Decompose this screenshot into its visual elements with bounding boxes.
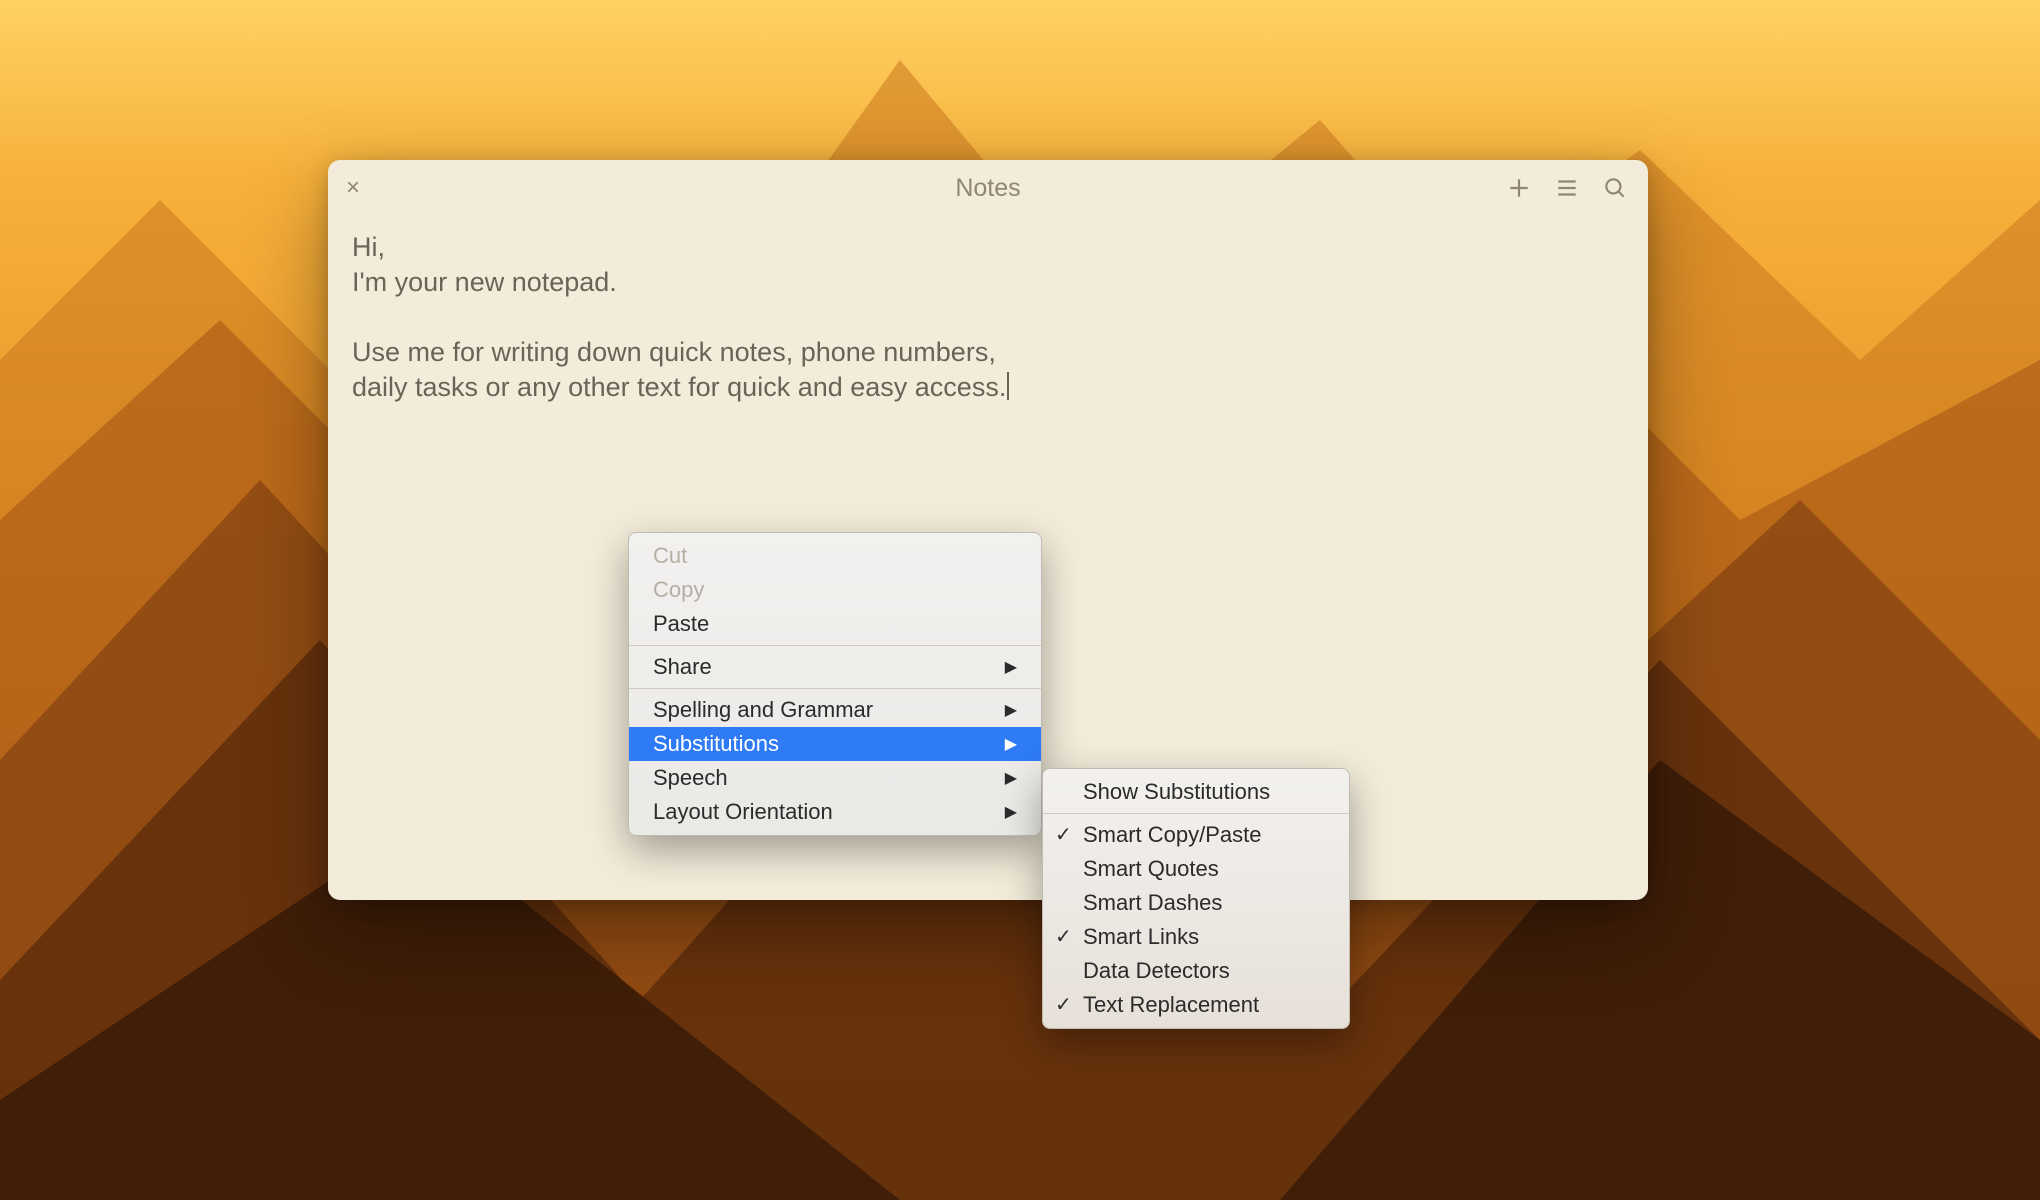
menu-copy: Copy — [629, 573, 1041, 607]
submenu-smart-dashes[interactable]: Smart Dashes — [1043, 886, 1349, 920]
submenu-label: Smart Links — [1083, 924, 1199, 949]
submenu-label: Data Detectors — [1083, 958, 1230, 983]
menu-speech[interactable]: Speech ▶ — [629, 761, 1041, 795]
submenu-show-substitutions[interactable]: Show Substitutions — [1043, 775, 1349, 809]
chevron-right-icon: ▶ — [1005, 657, 1017, 677]
note-text-line: Hi, — [352, 232, 385, 262]
menu-label: Layout Orientation — [653, 799, 833, 825]
submenu-data-detectors[interactable]: Data Detectors — [1043, 954, 1349, 988]
submenu-label: Show Substitutions — [1083, 779, 1270, 804]
menu-label: Copy — [653, 577, 704, 603]
submenu-label: Smart Quotes — [1083, 856, 1219, 881]
chevron-right-icon: ▶ — [1005, 768, 1017, 788]
search-button[interactable] — [1600, 173, 1630, 203]
submenu-text-replacement[interactable]: ✓ Text Replacement — [1043, 988, 1349, 1022]
titlebar: × Notes — [328, 160, 1648, 216]
context-menu: Cut Copy Paste Share ▶ Spelling and Gramm… — [628, 532, 1042, 836]
menu-label: Substitutions — [653, 731, 779, 757]
chevron-right-icon: ▶ — [1005, 802, 1017, 822]
chevron-right-icon: ▶ — [1005, 700, 1017, 720]
note-text-line: I'm your new notepad. — [352, 267, 617, 297]
menu-paste[interactable]: Paste — [629, 607, 1041, 641]
note-text-line: daily tasks or any other text for quick … — [352, 372, 1006, 402]
substitutions-submenu: Show Substitutions ✓ Smart Copy/Paste Sma… — [1042, 768, 1350, 1029]
note-text-line: Use me for writing down quick notes, pho… — [352, 337, 996, 367]
window-title: Notes — [328, 174, 1648, 203]
close-button[interactable]: × — [346, 174, 360, 202]
menu-label: Spelling and Grammar — [653, 697, 873, 723]
menu-label: Speech — [653, 765, 728, 791]
new-note-button[interactable] — [1504, 173, 1534, 203]
text-cursor — [1007, 372, 1009, 400]
submenu-label: Text Replacement — [1083, 992, 1259, 1017]
submenu-smart-quotes[interactable]: Smart Quotes — [1043, 852, 1349, 886]
menu-label: Paste — [653, 611, 709, 637]
check-icon: ✓ — [1055, 822, 1072, 847]
submenu-label: Smart Copy/Paste — [1083, 822, 1262, 847]
menu-substitutions[interactable]: Substitutions ▶ — [629, 727, 1041, 761]
menu-spelling-grammar[interactable]: Spelling and Grammar ▶ — [629, 693, 1041, 727]
submenu-smart-links[interactable]: ✓ Smart Links — [1043, 920, 1349, 954]
check-icon: ✓ — [1055, 924, 1072, 949]
menu-layout-orientation[interactable]: Layout Orientation ▶ — [629, 795, 1041, 829]
menu-label: Cut — [653, 543, 687, 569]
menu-cut: Cut — [629, 539, 1041, 573]
submenu-label: Smart Dashes — [1083, 890, 1222, 915]
menu-separator — [629, 688, 1041, 689]
chevron-right-icon: ▶ — [1005, 734, 1017, 754]
menu-separator — [1043, 813, 1349, 814]
list-button[interactable] — [1552, 173, 1582, 203]
check-icon: ✓ — [1055, 992, 1072, 1017]
toolbar — [1504, 173, 1630, 203]
menu-label: Share — [653, 654, 712, 680]
note-editor[interactable]: Hi, I'm your new notepad. Use me for wri… — [328, 216, 1648, 419]
menu-separator — [629, 645, 1041, 646]
submenu-smart-copy-paste[interactable]: ✓ Smart Copy/Paste — [1043, 818, 1349, 852]
menu-share[interactable]: Share ▶ — [629, 650, 1041, 684]
